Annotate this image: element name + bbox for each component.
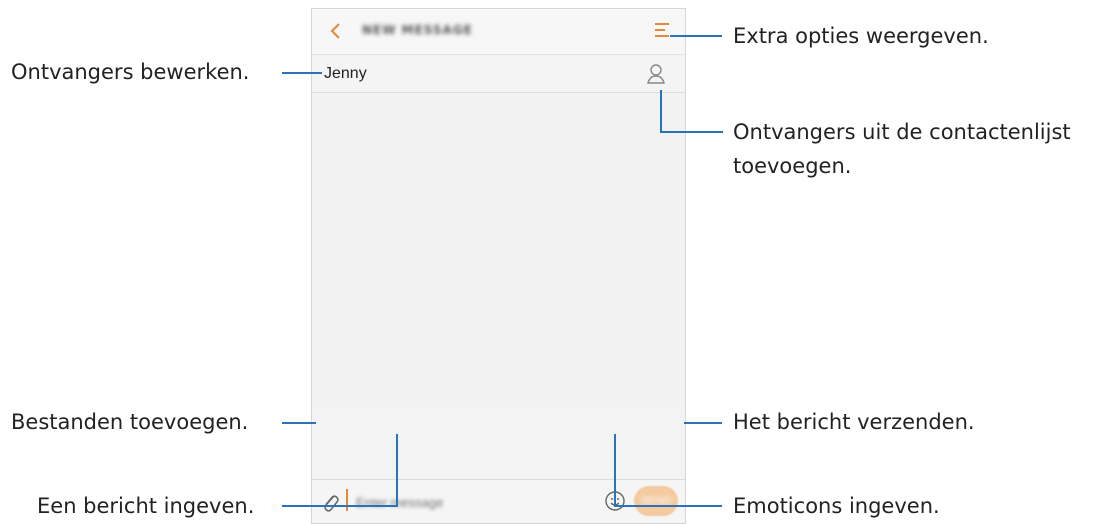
- callout-line-contacts-vertical: [660, 90, 662, 133]
- callout-line-contacts-horizontal: [660, 131, 723, 133]
- callout-line-message-horizontal: [282, 505, 398, 507]
- page-title: NEW MESSAGE: [362, 23, 473, 37]
- callout-attach-files: Bestanden toevoegen.: [11, 410, 249, 434]
- callout-add-from-contacts-2: toevoegen.: [733, 154, 852, 178]
- contact-icon: [647, 64, 665, 84]
- callout-line-emoji-horizontal: [614, 505, 722, 507]
- callout-line-send: [684, 422, 722, 424]
- message-input[interactable]: [354, 490, 578, 514]
- back-button[interactable]: [326, 19, 346, 43]
- text-cursor: [346, 489, 348, 511]
- add-from-contacts-button[interactable]: [645, 62, 667, 86]
- callout-line-more-options: [670, 35, 722, 37]
- attach-button[interactable]: [320, 490, 340, 514]
- paperclip-icon: [324, 495, 339, 512]
- send-button[interactable]: SEND: [634, 486, 678, 516]
- recipient-field[interactable]: Jenny: [312, 55, 685, 93]
- callout-line-emoji-vertical: [614, 434, 616, 507]
- callout-add-from-contacts-1: Ontvangers uit de contactenlijst: [733, 120, 1071, 144]
- callout-edit-recipients: Ontvangers bewerken.: [11, 60, 250, 84]
- composer-bar: SEND: [312, 479, 685, 523]
- app-bar: NEW MESSAGE: [312, 9, 685, 55]
- recipient-name[interactable]: Jenny: [324, 65, 367, 83]
- more-options-button[interactable]: [655, 23, 669, 39]
- callout-enter-emoticons: Emoticons ingeven.: [733, 494, 940, 518]
- phone-screen: NEW MESSAGE Jenny Enter message SEND: [311, 8, 686, 524]
- menu-icon: [655, 23, 669, 25]
- callout-more-options: Extra opties weergeven.: [733, 24, 989, 48]
- callout-line-message-vertical: [396, 434, 398, 507]
- callout-line-edit-recipients: [282, 72, 322, 74]
- callout-send-message: Het bericht verzenden.: [733, 410, 975, 434]
- callout-enter-message: Een bericht ingeven.: [37, 494, 255, 518]
- chevron-left-icon: [330, 23, 340, 39]
- callout-line-attach: [282, 422, 316, 424]
- message-list: [312, 93, 685, 407]
